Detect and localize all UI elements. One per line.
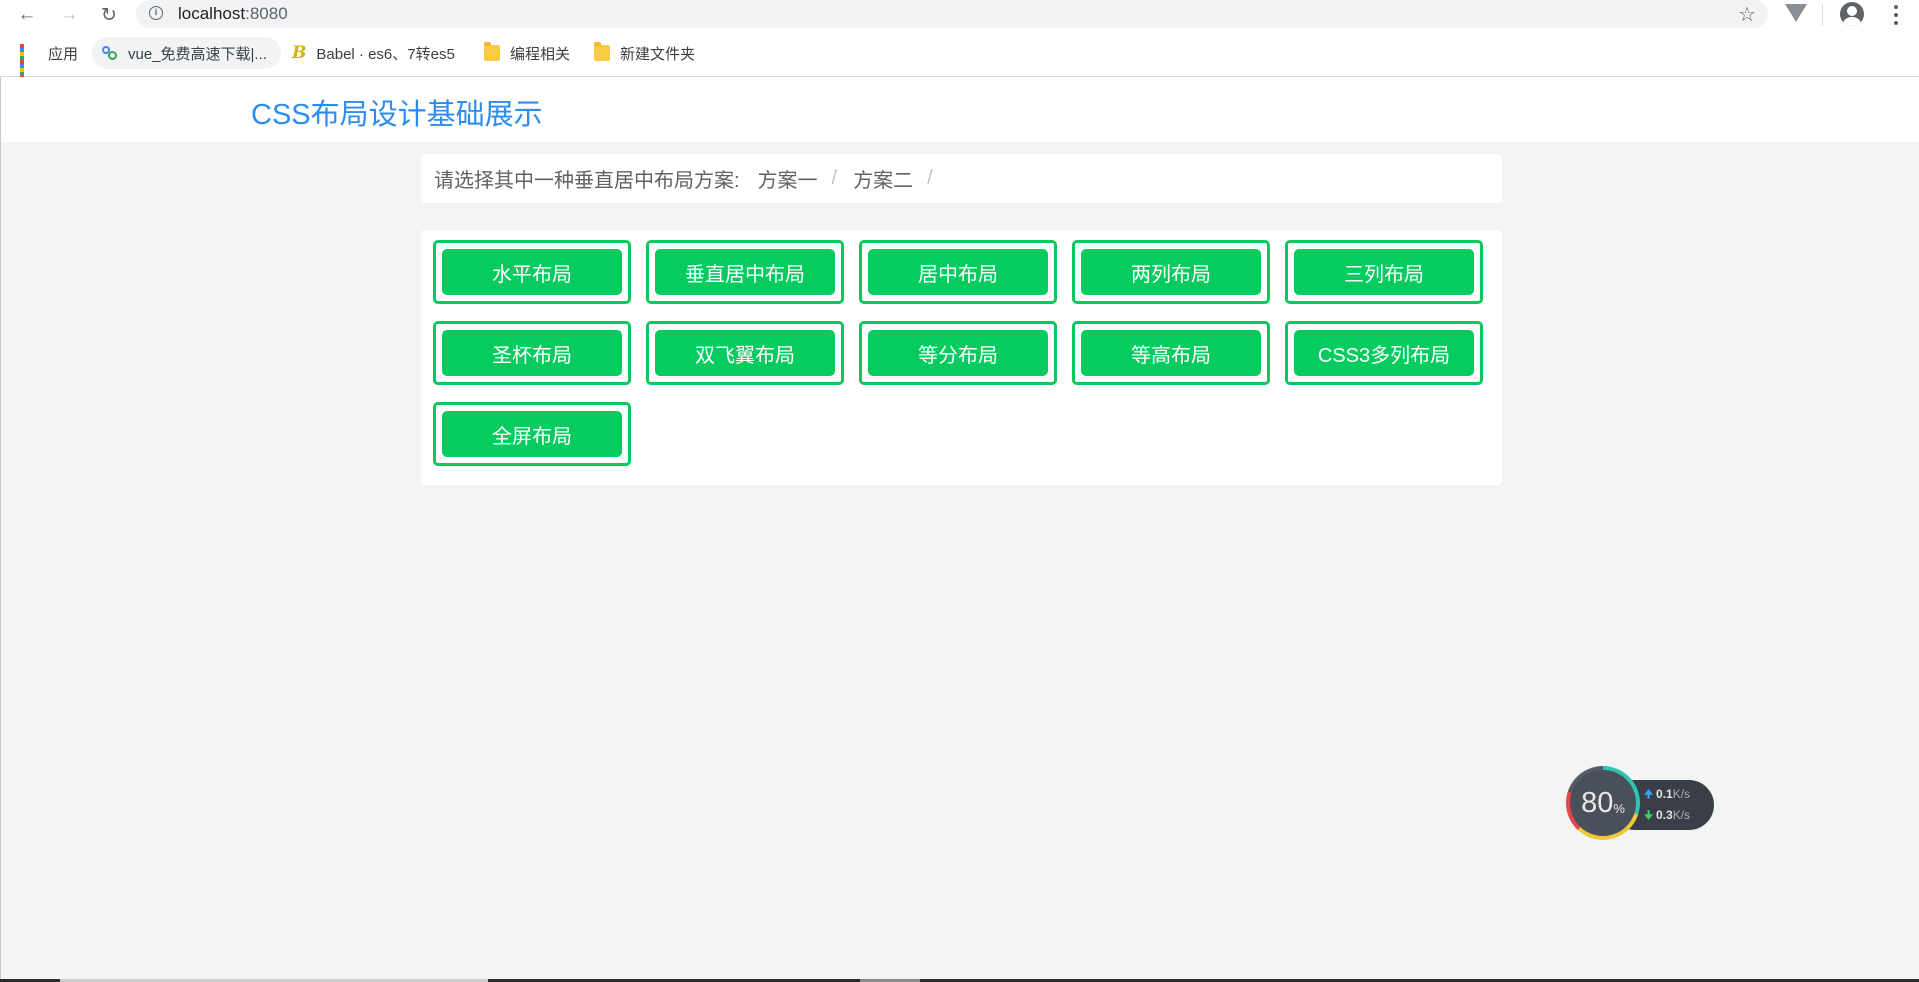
breadcrumb-item-plan-2[interactable]: 方案二 <box>853 164 913 193</box>
bookmark-folder-programming[interactable]: 编程相关 <box>484 36 570 70</box>
download-arrow-icon: 🠋 <box>1644 810 1654 822</box>
double-wing-layout-button[interactable]: 双飞翼布局 <box>646 321 844 385</box>
holy-grail-layout-button[interactable]: 圣杯布局 <box>433 321 631 385</box>
upload-speed: 🠉 0.1K/s <box>1644 786 1690 805</box>
three-column-layout-button[interactable]: 三列布局 <box>1285 240 1483 304</box>
site-info-icon[interactable]: i <box>149 6 163 20</box>
button-label: 水平布局 <box>442 249 622 295</box>
back-arrow-icon[interactable]: ← <box>14 2 40 28</box>
reload-icon[interactable]: ↻ <box>96 2 122 28</box>
button-label: 双飞翼布局 <box>655 330 835 376</box>
baidu-cloud-icon <box>102 46 118 60</box>
page-title: CSS布局设计基础展示 <box>251 99 543 131</box>
address-bar[interactable]: i localhost:8080 ☆ <box>136 0 1768 28</box>
browser-chrome: ← → ↻ i localhost:8080 ☆ 应用 vue_免费高速下载|.… <box>0 0 1919 80</box>
apps-grid-icon <box>20 44 38 80</box>
folder-icon <box>484 42 500 61</box>
url-host: localhost <box>178 4 246 23</box>
page-viewport: CSS布局设计基础展示 请选择其中一种垂直居中布局方案: 方案一 / 方案二 /… <box>0 77 1919 982</box>
breadcrumb-prompt: 请选择其中一种垂直居中布局方案: <box>434 170 740 192</box>
download-speed: 🠋 0.3K/s <box>1644 807 1690 826</box>
bookmark-label: 新建文件夹 <box>620 45 696 63</box>
page-header: CSS布局设计基础展示 <box>1 77 1919 142</box>
bookmark-label: 应用 <box>48 45 79 63</box>
forward-arrow-icon[interactable]: → <box>56 2 82 28</box>
babel-icon: B <box>292 43 307 63</box>
breadcrumb-separator: / <box>831 167 838 189</box>
browser-menu-icon[interactable] <box>1894 5 1898 25</box>
bookmark-label: 编程相关 <box>510 45 571 63</box>
css3-multicolumn-layout-button[interactable]: CSS3多列布局 <box>1285 321 1483 385</box>
button-label: CSS3多列布局 <box>1294 330 1474 376</box>
breadcrumb-separator: / <box>927 167 933 189</box>
bookmark-label: vue_免费高速下载|... <box>128 45 267 63</box>
percent-sign: % <box>1613 800 1625 816</box>
bookmarks-bar: 应用 vue_免费高速下载|... B Babel · es6、7转es5 编程… <box>0 36 1919 80</box>
url-text[interactable]: localhost:8080 <box>178 4 288 24</box>
button-label: 三列布局 <box>1294 249 1474 295</box>
speed-unit: K/s <box>1672 787 1691 801</box>
speed-unit: K/s <box>1672 808 1691 822</box>
equal-split-layout-button[interactable]: 等分布局 <box>859 321 1057 385</box>
download-value: 0.3 <box>1656 808 1673 822</box>
bookmark-star-icon[interactable]: ☆ <box>1738 2 1756 27</box>
fullscreen-layout-button[interactable]: 全屏布局 <box>433 402 631 466</box>
folder-icon <box>594 42 610 61</box>
bookmark-vue-download[interactable]: vue_免费高速下载|... <box>92 37 281 69</box>
breadcrumb-item-plan-1[interactable]: 方案一 <box>758 164 818 193</box>
memory-usage-gauge: 80% <box>1566 766 1640 840</box>
two-column-layout-button[interactable]: 两列布局 <box>1072 240 1270 304</box>
usage-percent: 80 <box>1581 786 1614 819</box>
gauge-core: 80% <box>1570 770 1636 836</box>
breadcrumb: 请选择其中一种垂直居中布局方案: 方案一 / 方案二 / <box>421 154 1502 203</box>
bookmark-folder-new[interactable]: 新建文件夹 <box>594 36 695 70</box>
button-label: 圣杯布局 <box>442 330 622 376</box>
equal-height-layout-button[interactable]: 等高布局 <box>1072 321 1270 385</box>
button-label: 等分布局 <box>868 330 1048 376</box>
button-label: 等高布局 <box>1081 330 1261 376</box>
bookmark-label: Babel · es6、7转es5 <box>316 45 455 63</box>
layout-buttons-panel: 水平布局 垂直居中布局 居中布局 两列布局 三列布局 圣杯布局 双飞翼布局 等分… <box>421 230 1502 485</box>
horizontal-layout-button[interactable]: 水平布局 <box>433 240 631 304</box>
vertical-center-layout-button[interactable]: 垂直居中布局 <box>646 240 844 304</box>
button-label: 居中布局 <box>868 249 1048 295</box>
button-label: 垂直居中布局 <box>655 249 835 295</box>
toolbar-divider <box>1822 4 1823 26</box>
network-speed-widget[interactable]: 🠉 0.1K/s 🠋 0.3K/s 80% <box>1566 766 1716 840</box>
profile-avatar-icon[interactable] <box>1840 2 1864 26</box>
bookmark-babel[interactable]: B Babel · es6、7转es5 <box>292 36 455 70</box>
center-layout-button[interactable]: 居中布局 <box>859 240 1057 304</box>
upload-arrow-icon: 🠉 <box>1644 789 1654 801</box>
upload-value: 0.1 <box>1656 787 1673 801</box>
button-label: 全屏布局 <box>442 411 622 457</box>
vue-devtools-extension-icon[interactable] <box>1785 4 1807 22</box>
url-port: :8080 <box>245 4 288 23</box>
bookmark-apps[interactable]: 应用 <box>20 36 79 80</box>
button-label: 两列布局 <box>1081 249 1261 295</box>
